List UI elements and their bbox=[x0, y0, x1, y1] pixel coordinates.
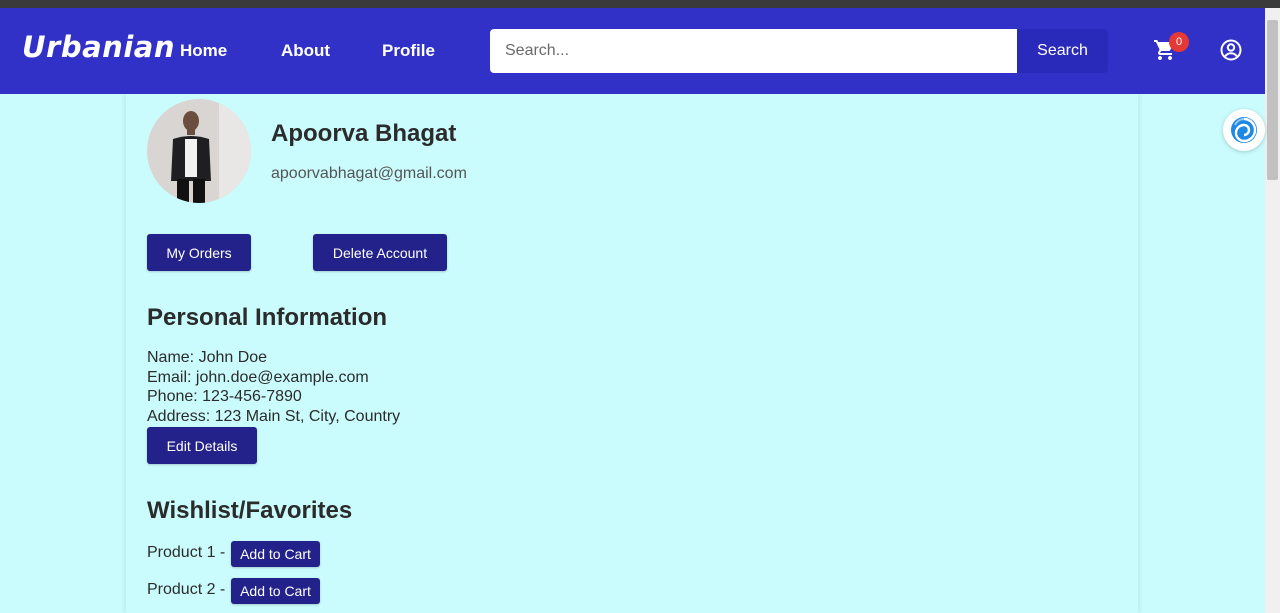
account-circle-icon[interactable] bbox=[1219, 38, 1243, 62]
search-input[interactable] bbox=[490, 29, 1017, 73]
cart-count-badge: 0 bbox=[1169, 32, 1189, 52]
scroll-thumb[interactable] bbox=[1267, 20, 1278, 180]
wishlist-item-label: Product 1 - bbox=[147, 544, 226, 561]
personal-info-heading: Personal Information bbox=[147, 304, 388, 331]
nav-home[interactable]: Home bbox=[180, 41, 227, 61]
delete-account-button[interactable]: Delete Account bbox=[313, 234, 447, 271]
nav-about[interactable]: About bbox=[281, 41, 330, 61]
info-email: Email: john.doe@example.com bbox=[147, 369, 369, 386]
window-top-strip bbox=[0, 0, 1280, 8]
info-name: Name: John Doe bbox=[147, 349, 268, 366]
add-to-cart-button[interactable]: Add to Cart bbox=[231, 541, 320, 567]
user-name: Apoorva Bhagat bbox=[271, 120, 457, 147]
search-button[interactable]: Search bbox=[1017, 29, 1108, 73]
brand-logo[interactable]: Urbanian bbox=[22, 30, 175, 64]
info-phone: Phone: 123-456-7890 bbox=[147, 388, 302, 405]
nav-profile[interactable]: Profile bbox=[382, 41, 435, 61]
avatar bbox=[147, 99, 251, 203]
wishlist-item-label: Product 2 - bbox=[147, 581, 226, 598]
add-to-cart-button[interactable]: Add to Cart bbox=[231, 578, 320, 604]
edit-details-button[interactable]: Edit Details bbox=[147, 427, 257, 464]
search-bar: Search bbox=[490, 29, 1108, 73]
navbar: Urbanian Home About Profile Search 0 bbox=[0, 8, 1265, 94]
user-email: apoorvabhagat@gmail.com bbox=[271, 165, 467, 182]
spiral-icon[interactable] bbox=[1223, 109, 1265, 151]
vertical-scrollbar[interactable] bbox=[1265, 8, 1280, 613]
info-address: Address: 123 Main St, City, Country bbox=[147, 408, 401, 425]
my-orders-button[interactable]: My Orders bbox=[147, 234, 251, 271]
wishlist-heading: Wishlist/Favorites bbox=[147, 497, 353, 524]
